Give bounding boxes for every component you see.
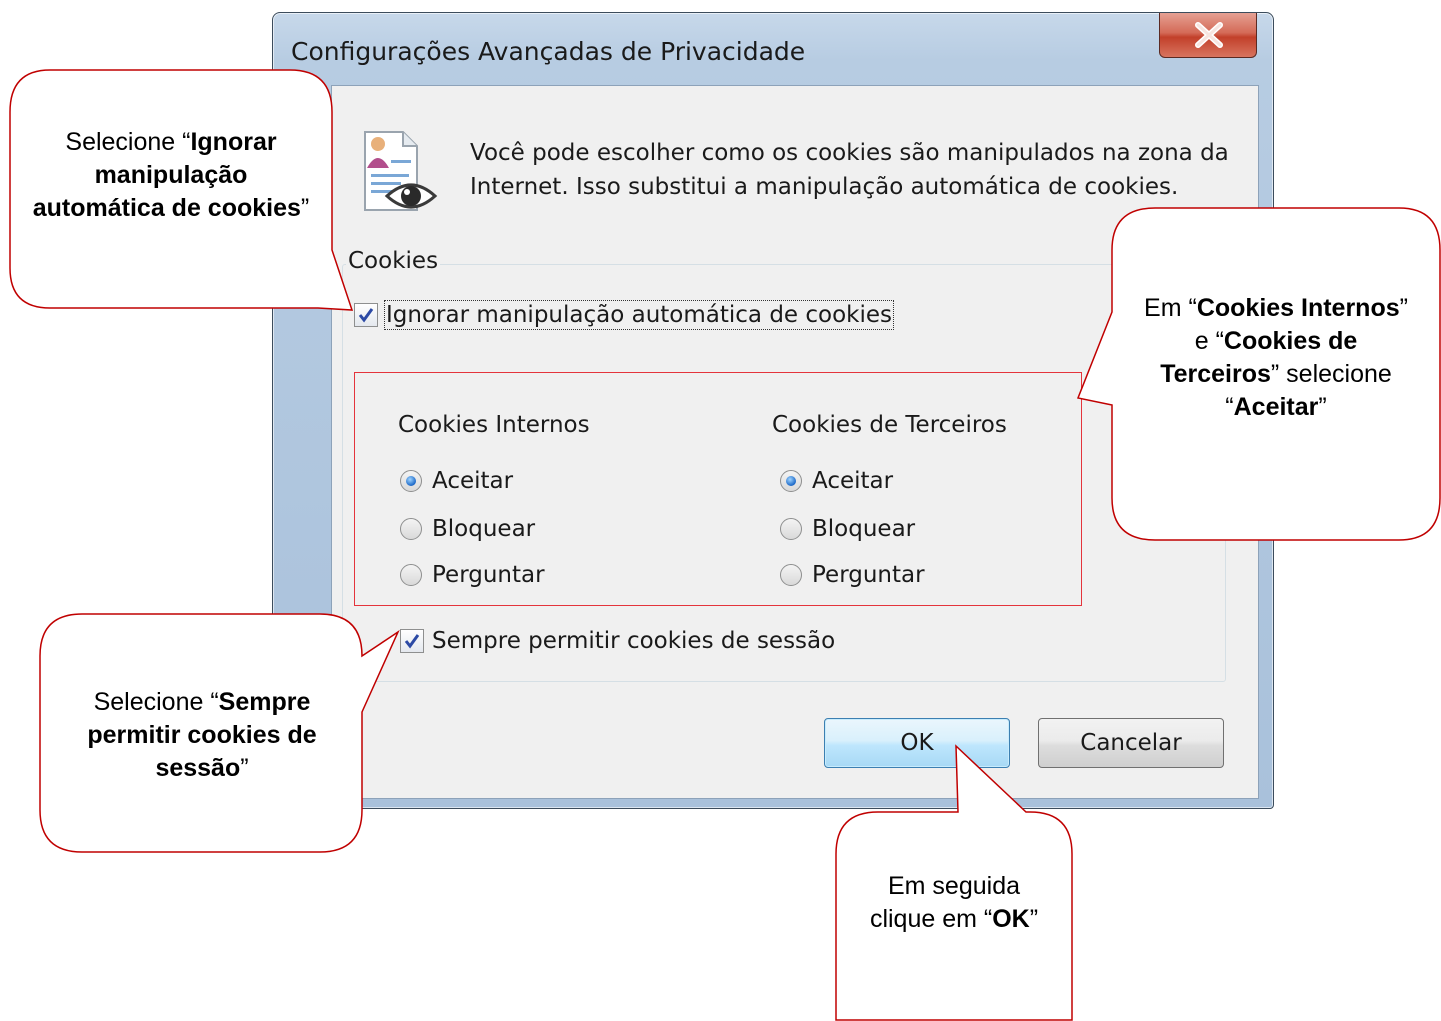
callout-3-text: Selecione “Sempre permitir cookies de se… bbox=[87, 688, 317, 782]
callout-4-text: Em seguida clique em “OK” bbox=[869, 872, 1039, 933]
callout-1-text: Selecione “Ignorar manipulação automátic… bbox=[32, 128, 310, 222]
callout-2-text: Em “Cookies Internos” e “Cookies de Terc… bbox=[1144, 294, 1408, 421]
